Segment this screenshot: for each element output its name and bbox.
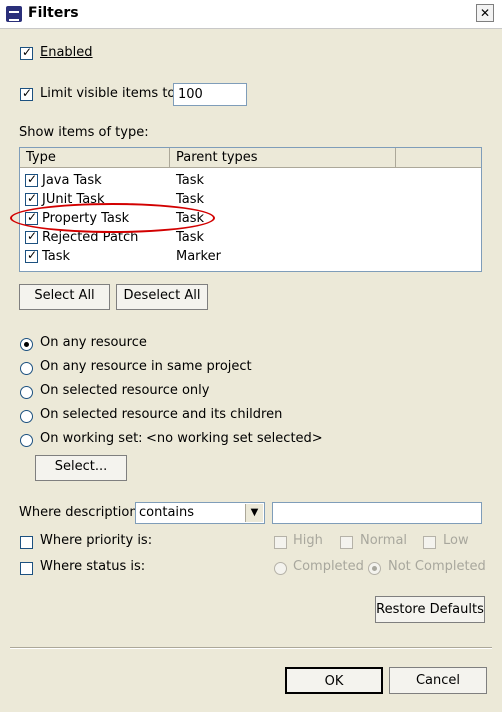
radio-label-working-set[interactable]: On working set: [40, 431, 143, 446]
cancel-button[interactable]: Cancel [389, 667, 487, 694]
status-completed-label: Completed [293, 559, 364, 574]
row-parent: Task [176, 192, 205, 207]
table-row[interactable]: Rejected Patch Task [20, 228, 481, 247]
status-not-completed-radio[interactable] [368, 562, 381, 575]
radio-label-any-resource[interactable]: On any resource [40, 335, 147, 350]
show-items-label: Show items of type: [19, 125, 149, 140]
row-checkbox[interactable] [25, 191, 38, 206]
priority-low-label: Low [443, 533, 469, 548]
priority-label[interactable]: Where priority is: [40, 533, 152, 548]
row-type: JUnit Task [42, 192, 105, 207]
priority-low-checkbox[interactable] [423, 536, 436, 549]
column-header-empty [396, 148, 481, 168]
row-parent: Task [176, 230, 205, 245]
title-bar: Filters ✕ [0, 0, 502, 29]
row-checkbox[interactable] [25, 172, 38, 187]
chevron-down-icon[interactable]: ▼ [245, 504, 263, 522]
status-completed-radio[interactable] [274, 562, 287, 575]
row-checkbox[interactable] [25, 229, 38, 244]
limit-label[interactable]: Limit visible items to: [40, 86, 180, 101]
column-header-type[interactable]: Type [20, 148, 170, 168]
working-set-value: <no working set selected> [146, 431, 323, 446]
description-input[interactable] [272, 502, 482, 524]
close-icon[interactable]: ✕ [476, 4, 494, 22]
radio-same-project[interactable] [20, 362, 33, 375]
table-row[interactable]: JUnit Task Task [20, 190, 481, 209]
radio-label-selected-and-children[interactable]: On selected resource and its children [40, 407, 282, 422]
eclipse-app-icon [6, 6, 22, 22]
radio-working-set[interactable] [20, 434, 33, 447]
table-row[interactable]: Java Task Task [20, 171, 481, 190]
radio-label-same-project[interactable]: On any resource in same project [40, 359, 252, 374]
priority-checkbox[interactable] [20, 536, 33, 549]
row-type: Task [42, 249, 71, 264]
enabled-checkbox[interactable] [20, 45, 33, 60]
deselect-all-button[interactable]: Deselect All [116, 284, 208, 310]
row-parent: Marker [176, 249, 221, 264]
row-type: Property Task [42, 211, 130, 226]
priority-high-checkbox[interactable] [274, 536, 287, 549]
filters-dialog: Filters ✕ Enabled Limit visible items to… [0, 0, 502, 712]
column-header-parent-types[interactable]: Parent types [170, 148, 396, 168]
status-label[interactable]: Where status is: [40, 559, 145, 574]
footer-separator [10, 647, 492, 649]
row-checkbox[interactable] [25, 210, 38, 225]
radio-selected-and-children[interactable] [20, 410, 33, 423]
row-parent: Task [176, 211, 205, 226]
description-operator-select[interactable]: contains ▼ [135, 502, 265, 524]
description-label: Where description [19, 505, 138, 520]
ok-button[interactable]: OK [285, 667, 383, 694]
table-row[interactable]: Property Task Task [20, 209, 481, 228]
row-checkbox[interactable] [25, 248, 38, 263]
priority-high-label: High [293, 533, 323, 548]
row-type: Rejected Patch [42, 230, 139, 245]
description-operator-value: contains [139, 505, 195, 520]
radio-label-selected-only[interactable]: On selected resource only [40, 383, 209, 398]
priority-normal-checkbox[interactable] [340, 536, 353, 549]
limit-input[interactable] [173, 83, 247, 106]
limit-checkbox[interactable] [20, 86, 33, 101]
radio-any-resource[interactable] [20, 338, 33, 351]
types-table: Type Parent types Java Task Task JUnit T… [19, 147, 482, 272]
priority-normal-label: Normal [360, 533, 408, 548]
window-title: Filters [28, 5, 79, 21]
select-all-button[interactable]: Select All [19, 284, 110, 310]
radio-selected-only[interactable] [20, 386, 33, 399]
status-checkbox[interactable] [20, 562, 33, 575]
restore-defaults-button[interactable]: Restore Defaults [375, 596, 485, 623]
status-not-completed-label: Not Completed [388, 559, 486, 574]
row-parent: Task [176, 173, 205, 188]
enabled-label[interactable]: Enabled [40, 45, 93, 60]
row-type: Java Task [42, 173, 102, 188]
table-row[interactable]: Task Marker [20, 247, 481, 266]
select-working-set-button[interactable]: Select... [35, 455, 127, 481]
